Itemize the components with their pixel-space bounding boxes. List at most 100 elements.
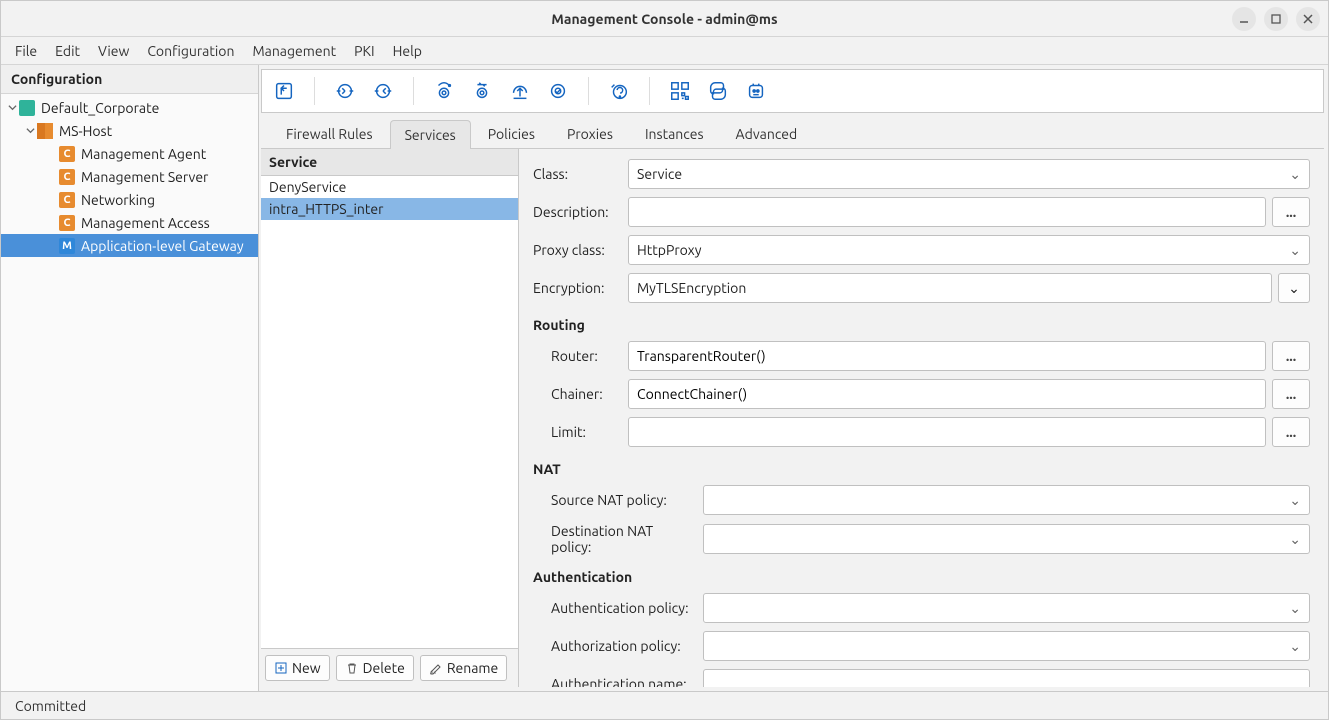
toolbar (261, 69, 1324, 113)
encryption-input[interactable]: MyTLSEncryption (628, 273, 1272, 303)
dstnat-select[interactable]: ⌄ (703, 524, 1310, 554)
module-icon: M (59, 238, 75, 254)
menu-edit[interactable]: Edit (55, 43, 80, 59)
menubar: File Edit View Configuration Management … (1, 37, 1328, 65)
chainer-more-button[interactable]: ... (1272, 379, 1310, 409)
sync-gear-icon[interactable] (470, 79, 494, 103)
component-icon: C (59, 215, 75, 231)
list-item[interactable]: DenyService (261, 176, 518, 198)
app-window: Management Console - admin@ms File Edit … (0, 0, 1329, 720)
window-title: Management Console - admin@ms (551, 11, 777, 27)
description-more-button[interactable]: ... (1272, 197, 1310, 227)
class-select[interactable]: Service ⌄ (628, 159, 1310, 189)
proxyclass-select[interactable]: HttpProxy ⌄ (628, 235, 1310, 265)
srcnat-select[interactable]: ⌄ (703, 485, 1310, 515)
tabbar: Firewall Rules Services Policies Proxies… (261, 117, 1324, 149)
window-controls (1232, 7, 1320, 31)
tree-root-label: Default_Corporate (41, 100, 159, 116)
class-label: Class: (533, 166, 618, 182)
service-list-header: Service (261, 149, 518, 176)
menu-configuration[interactable]: Configuration (147, 43, 234, 59)
encryption-label: Encryption: (533, 280, 618, 296)
new-button[interactable]: New (265, 655, 330, 681)
auth-header: Authentication (533, 569, 1310, 585)
rename-icon: Aa (429, 661, 443, 675)
chevron-down-icon: ⌄ (1289, 242, 1301, 259)
python-icon[interactable] (706, 79, 730, 103)
chainer-input[interactable] (628, 379, 1266, 409)
qr-icon[interactable] (668, 79, 692, 103)
description-label: Description: (533, 204, 618, 220)
minimize-button[interactable] (1232, 7, 1256, 31)
limit-more-button[interactable]: ... (1272, 417, 1310, 447)
svg-text:Aa: Aa (430, 669, 436, 675)
menu-help[interactable]: Help (393, 43, 422, 59)
site-icon (19, 100, 35, 116)
tree-item-server[interactable]: C Management Server (1, 165, 258, 188)
router-label: Router: (533, 348, 618, 364)
host-icon (37, 123, 53, 139)
tab-firewall[interactable]: Firewall Rules (271, 119, 388, 148)
authzpol-label: Authorization policy: (533, 638, 693, 654)
encryption-dropdown-button[interactable]: ⌄ (1278, 273, 1310, 303)
sidebar: Configuration Default_Corporate MS-Host … (1, 65, 259, 691)
authzpol-select[interactable]: ⌄ (703, 631, 1310, 661)
close-button[interactable] (1296, 7, 1320, 31)
view-gear-icon[interactable] (432, 79, 456, 103)
menu-file[interactable]: File (15, 43, 37, 59)
tab-advanced[interactable]: Advanced (721, 119, 813, 148)
link-right-icon[interactable] (371, 79, 395, 103)
chevron-down-icon (5, 103, 19, 112)
tab-policies[interactable]: Policies (473, 119, 550, 148)
tree-item-gateway[interactable]: M Application-level Gateway (1, 234, 258, 257)
trash-icon (345, 661, 359, 675)
component-icon: C (59, 192, 75, 208)
nat-header: NAT (533, 461, 1310, 477)
component-icon: C (59, 146, 75, 162)
component-icon: C (59, 169, 75, 185)
menu-view[interactable]: View (98, 43, 129, 59)
tree-item-agent[interactable]: C Management Agent (1, 142, 258, 165)
maximize-button[interactable] (1264, 7, 1288, 31)
chevron-down-icon: ⌄ (1289, 492, 1301, 509)
chevron-down-icon (23, 126, 37, 135)
tree-item-networking[interactable]: C Networking (1, 188, 258, 211)
upload-icon[interactable] (508, 79, 532, 103)
tree-root[interactable]: Default_Corporate (1, 96, 258, 119)
gear-check-icon[interactable] (546, 79, 570, 103)
tree-host[interactable]: MS-Host (1, 119, 258, 142)
plus-icon (274, 661, 288, 675)
tab-proxies[interactable]: Proxies (552, 119, 628, 148)
tab-services[interactable]: Services (390, 120, 471, 149)
service-list-panel: Service DenyService intra_HTTPS_inter Ne… (261, 149, 519, 687)
authpol-select[interactable]: ⌄ (703, 593, 1310, 623)
tree-item-access[interactable]: C Management Access (1, 211, 258, 234)
router-input[interactable] (628, 341, 1266, 371)
authname-input[interactable] (703, 669, 1310, 687)
delete-button[interactable]: Delete (336, 655, 414, 681)
sidebar-title: Configuration (1, 65, 258, 94)
menu-management[interactable]: Management (252, 43, 336, 59)
router-more-button[interactable]: ... (1272, 341, 1310, 371)
chevron-down-icon: ⌄ (1288, 280, 1300, 297)
tab-instances[interactable]: Instances (630, 119, 719, 148)
chevron-down-icon: ⌄ (1289, 600, 1301, 617)
rename-button[interactable]: Aa Rename (420, 655, 507, 681)
robot-icon[interactable] (744, 79, 768, 103)
authname-label: Authentication name: (533, 676, 693, 687)
chevron-down-icon: ⌄ (1289, 166, 1301, 183)
help-icon[interactable] (607, 79, 631, 103)
menu-pki[interactable]: PKI (354, 43, 374, 59)
titlebar: Management Console - admin@ms (1, 1, 1328, 37)
list-item[interactable]: intra_HTTPS_inter (261, 198, 518, 220)
limit-input[interactable] (628, 417, 1266, 447)
routing-header: Routing (533, 317, 1310, 333)
status-text: Committed (15, 698, 86, 714)
description-input[interactable] (628, 197, 1266, 227)
proxyclass-label: Proxy class: (533, 242, 618, 258)
commit-icon[interactable] (272, 79, 296, 103)
statusbar: Committed (1, 691, 1328, 719)
link-left-icon[interactable] (333, 79, 357, 103)
main-area: Firewall Rules Services Policies Proxies… (259, 65, 1328, 691)
chevron-down-icon: ⌄ (1289, 638, 1301, 655)
